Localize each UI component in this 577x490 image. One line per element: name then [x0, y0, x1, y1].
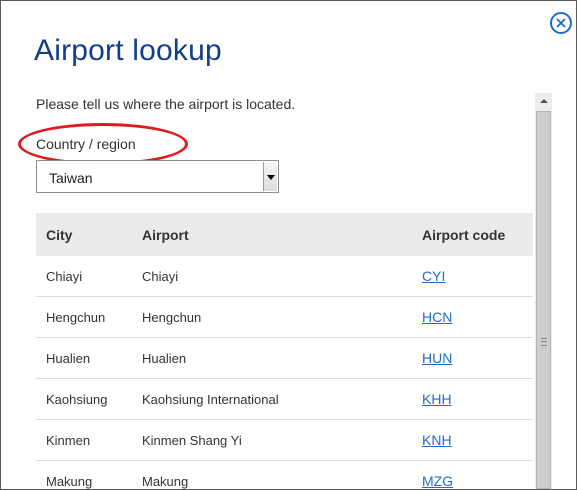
code-cell: KNH — [412, 419, 533, 461]
airport-table: City Airport Airport code Chiayi Chiayi … — [36, 213, 533, 489]
location-prompt: Please tell us where the airport is loca… — [36, 96, 296, 112]
code-cell: HUN — [412, 337, 533, 379]
table-row: Hualien Hualien HUN — [36, 337, 533, 379]
airport-code-link[interactable]: HCN — [422, 309, 452, 325]
column-header-airport-code: Airport code — [412, 213, 533, 256]
city-cell: Kaohsiung — [36, 378, 132, 420]
scrollbar-grip-icon — [541, 338, 547, 346]
code-cell: MZG — [412, 460, 533, 489]
scroll-up-arrow-icon[interactable] — [535, 93, 552, 110]
table-header-row: City Airport Airport code — [36, 213, 533, 256]
table-row: Kaohsiung Kaohsiung International KHH — [36, 378, 533, 420]
airport-code-link[interactable]: CYI — [422, 268, 445, 284]
column-header-airport: Airport — [132, 213, 412, 256]
table-row: Hengchun Hengchun HCN — [36, 296, 533, 338]
airport-cell: Hualien — [132, 337, 412, 379]
airport-cell: Makung — [132, 460, 412, 489]
airport-cell: Chiayi — [132, 256, 412, 297]
airport-cell: Kaohsiung International — [132, 378, 412, 420]
code-cell: CYI — [412, 256, 533, 297]
airport-code-link[interactable]: MZG — [422, 473, 453, 489]
dialog-title: Airport lookup — [34, 34, 222, 67]
vertical-scrollbar[interactable] — [535, 93, 552, 489]
dialog-content: Please tell us where the airport is loca… — [1, 93, 554, 489]
code-cell: KHH — [412, 378, 533, 420]
country-region-label: Country / region — [36, 136, 136, 152]
dropdown-arrow-icon[interactable] — [263, 162, 277, 191]
airport-code-link[interactable]: KHH — [422, 391, 452, 407]
column-header-city: City — [36, 213, 132, 256]
city-cell: Hengchun — [36, 296, 132, 338]
city-cell: Hualien — [36, 337, 132, 379]
airport-code-link[interactable]: KNH — [422, 432, 452, 448]
table-row: Kinmen Kinmen Shang Yi KNH — [36, 419, 533, 461]
airport-lookup-dialog: Airport lookup Please tell us where the … — [0, 0, 577, 490]
city-cell: Makung — [36, 460, 132, 489]
code-cell: HCN — [412, 296, 533, 338]
table-row: Chiayi Chiayi CYI — [36, 256, 533, 297]
city-cell: Chiayi — [36, 256, 132, 297]
scrollbar-thumb[interactable] — [536, 111, 551, 489]
country-region-select[interactable]: Taiwan — [36, 160, 279, 193]
close-icon[interactable] — [550, 12, 572, 34]
table-row: Makung Makung MZG — [36, 460, 533, 489]
airport-cell: Hengchun — [132, 296, 412, 338]
selected-country: Taiwan — [49, 170, 93, 186]
city-cell: Kinmen — [36, 419, 132, 461]
airport-cell: Kinmen Shang Yi — [132, 419, 412, 461]
airport-code-link[interactable]: HUN — [422, 350, 452, 366]
